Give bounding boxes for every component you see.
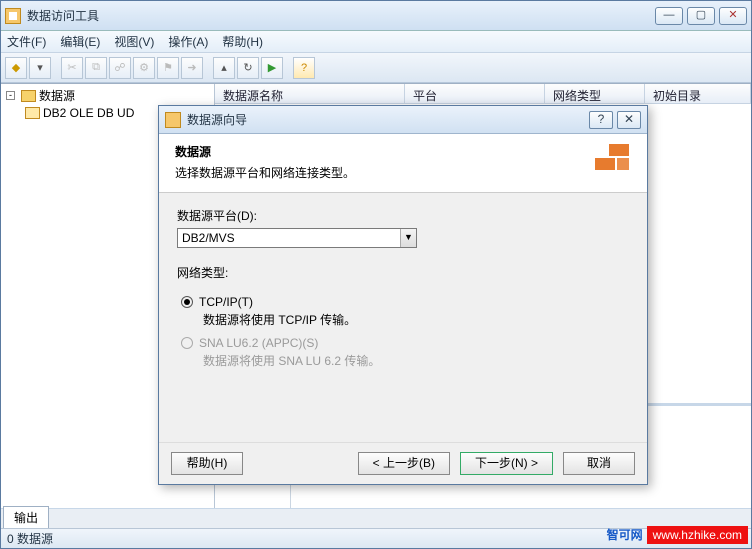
title-bar: 数据访问工具 — ▢ ✕ (1, 1, 751, 31)
maximize-button[interactable]: ▢ (687, 7, 715, 25)
platform-combo[interactable]: DB2/MVS ▼ (177, 228, 417, 248)
toolbar-help-icon[interactable]: ? (293, 57, 315, 79)
menu-view[interactable]: 视图(V) (114, 33, 154, 50)
menu-help[interactable]: 帮助(H) (222, 33, 263, 50)
radio-sna-row: SNA LU6.2 (APPC)(S) (181, 336, 629, 350)
close-button[interactable]: ✕ (719, 7, 747, 25)
watermark-brand: 智可网 (603, 524, 647, 545)
radio-tcpip-desc: 数据源将使用 TCP/IP 传输。 (203, 311, 629, 328)
dialog-close-button[interactable]: ✕ (617, 111, 641, 129)
dialog-subheading: 选择数据源平台和网络连接类型。 (175, 164, 587, 181)
menu-bar: 文件(F) 编辑(E) 视图(V) 操作(A) 帮助(H) (1, 31, 751, 53)
toolbar-copy-icon[interactable]: ⧉ (85, 57, 107, 79)
dialog-header: 数据源 选择数据源平台和网络连接类型。 (159, 134, 647, 193)
toolbar-run-icon[interactable]: ▶ (261, 57, 283, 79)
wizard-glyph-icon (587, 142, 631, 182)
radio-sna (181, 337, 193, 349)
toolbar-separator (285, 57, 291, 79)
toolbar-cut-icon[interactable]: ✂ (61, 57, 83, 79)
toolbar-paste-icon[interactable]: ☍ (109, 57, 131, 79)
dialog-title-bar: 数据源向导 ? ✕ (159, 106, 647, 134)
menu-action[interactable]: 操作(A) (168, 33, 208, 50)
dialog-title: 数据源向导 (187, 111, 585, 128)
window-controls: — ▢ ✕ (655, 7, 747, 25)
toolbar-up-icon[interactable]: ▴ (213, 57, 235, 79)
radio-tcpip-label: TCP/IP(T) (199, 295, 253, 309)
folder-icon (21, 90, 36, 102)
toolbar-refresh-icon[interactable]: ↻ (237, 57, 259, 79)
dialog-icon (165, 112, 181, 128)
watermark: 智可网 www.hzhike.com (603, 524, 748, 545)
toolbar: ◆ ▾ ✂ ⧉ ☍ ⚙ ⚑ ➜ ▴ ↻ ▶ ? (1, 53, 751, 83)
minimize-button[interactable]: — (655, 7, 683, 25)
dialog-heading: 数据源 (175, 143, 587, 160)
next-button[interactable]: 下一步(N) > (460, 452, 553, 475)
radio-tcpip-row[interactable]: TCP/IP(T) (181, 295, 629, 309)
tree-child-label: DB2 OLE DB UD (43, 106, 134, 120)
platform-value: DB2/MVS (178, 231, 400, 245)
status-text: 0 数据源 (7, 530, 53, 547)
window-title: 数据访问工具 (27, 7, 655, 24)
radio-sna-label: SNA LU6.2 (APPC)(S) (199, 336, 318, 350)
radio-tcpip[interactable] (181, 296, 193, 308)
back-button[interactable]: < 上一步(B) (358, 452, 450, 475)
menu-file[interactable]: 文件(F) (7, 33, 46, 50)
nettype-label: 网络类型: (177, 264, 629, 281)
col-nettype[interactable]: 网络类型 (545, 84, 645, 103)
platform-label: 数据源平台(D): (177, 207, 629, 224)
tree-root-row[interactable]: - 数据源 (3, 87, 212, 104)
list-header: 数据源名称 平台 网络类型 初始目录 (215, 84, 751, 104)
app-icon (5, 8, 21, 24)
watermark-url: www.hzhike.com (647, 526, 748, 544)
cancel-button[interactable]: 取消 (563, 452, 635, 475)
toolbar-separator (205, 57, 211, 79)
toolbar-flag-icon[interactable]: ⚑ (157, 57, 179, 79)
tab-output[interactable]: 输出 (3, 506, 49, 528)
toolbar-arrow-icon[interactable]: ➜ (181, 57, 203, 79)
toolbar-gear-icon[interactable]: ⚙ (133, 57, 155, 79)
dialog-help-button[interactable]: ? (589, 111, 613, 129)
radio-group-nettype: TCP/IP(T) 数据源将使用 TCP/IP 传输。 SNA LU6.2 (A… (181, 295, 629, 369)
dialog-footer: 帮助(H) < 上一步(B) 下一步(N) > 取消 (159, 442, 647, 484)
toolbar-separator (53, 57, 59, 79)
radio-sna-desc: 数据源将使用 SNA LU 6.2 传输。 (203, 352, 629, 369)
col-catalog[interactable]: 初始目录 (645, 84, 751, 103)
dialog-body: 数据源平台(D): DB2/MVS ▼ 网络类型: TCP/IP(T) 数据源将… (159, 193, 647, 442)
toolbar-dropdown-icon[interactable]: ▾ (29, 57, 51, 79)
folder-open-icon (25, 107, 40, 119)
wizard-dialog: 数据源向导 ? ✕ 数据源 选择数据源平台和网络连接类型。 数据源平台(D): … (158, 105, 648, 485)
col-platform[interactable]: 平台 (405, 84, 545, 103)
col-name[interactable]: 数据源名称 (215, 84, 405, 103)
dropdown-arrow-icon[interactable]: ▼ (400, 229, 416, 247)
help-button[interactable]: 帮助(H) (171, 452, 243, 475)
tree-root-label: 数据源 (39, 87, 75, 104)
tree-collapse-icon[interactable]: - (6, 91, 15, 100)
menu-edit[interactable]: 编辑(E) (60, 33, 100, 50)
toolbar-new-icon[interactable]: ◆ (5, 57, 27, 79)
